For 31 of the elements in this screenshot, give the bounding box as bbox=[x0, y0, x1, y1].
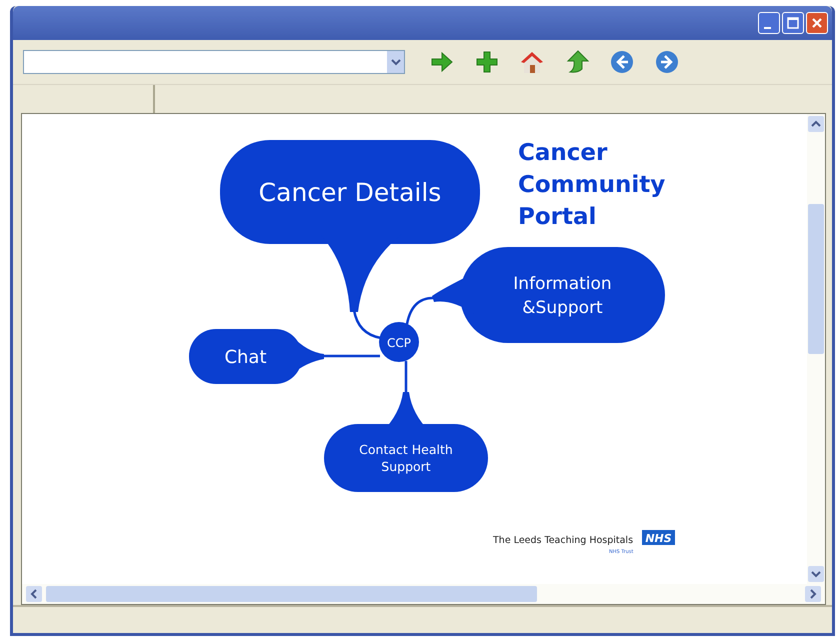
dropdown-button[interactable] bbox=[387, 51, 404, 73]
scroll-thumb[interactable] bbox=[808, 204, 824, 354]
address-field[interactable] bbox=[23, 50, 405, 74]
horizontal-scrollbar[interactable] bbox=[22, 584, 825, 604]
maximize-icon bbox=[786, 16, 800, 30]
minimize-icon bbox=[764, 27, 770, 29]
hospital-name: The Leeds Teaching Hospitals bbox=[493, 535, 634, 546]
vertical-scrollbar[interactable] bbox=[807, 114, 825, 584]
forward-icon[interactable] bbox=[654, 49, 680, 75]
arrow-up-icon[interactable] bbox=[564, 49, 590, 75]
home-icon[interactable] bbox=[519, 49, 545, 75]
nhs-logo: NHS bbox=[642, 530, 675, 545]
portal-title: Cancer Community Portal bbox=[518, 140, 666, 230]
chevron-down-icon bbox=[390, 58, 400, 66]
connector-line bbox=[404, 361, 408, 392]
arrow-right-icon[interactable] bbox=[429, 49, 455, 75]
minimize-button[interactable] bbox=[758, 12, 780, 34]
connector-line bbox=[324, 354, 380, 358]
plus-icon[interactable] bbox=[474, 49, 500, 75]
connector-line bbox=[406, 296, 434, 324]
back-icon[interactable] bbox=[609, 49, 635, 75]
scroll-down-icon[interactable] bbox=[808, 566, 824, 582]
hub-node[interactable]: CCP bbox=[379, 322, 419, 362]
scroll-up-icon[interactable] bbox=[808, 116, 824, 132]
scroll-right-icon[interactable] bbox=[805, 586, 821, 602]
scroll-thumb[interactable] bbox=[46, 586, 537, 602]
maximize-button[interactable] bbox=[782, 12, 804, 34]
connector-line bbox=[352, 310, 382, 340]
close-button[interactable] bbox=[806, 12, 828, 34]
scroll-left-icon[interactable] bbox=[26, 586, 42, 602]
close-icon bbox=[810, 16, 824, 30]
